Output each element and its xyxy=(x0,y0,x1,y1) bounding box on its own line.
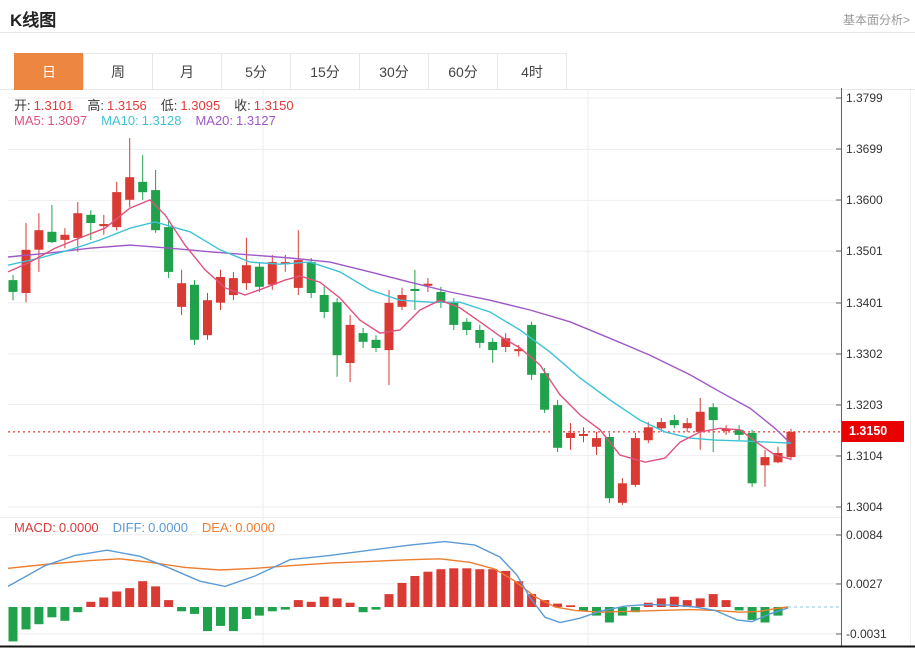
y-axis-label: 0.0084 xyxy=(846,528,883,542)
ohlc-legend: 开:1.3101 高:1.3156 低:1.3095 收:1.3150 xyxy=(14,95,297,114)
y-axis-label: 1.3699 xyxy=(846,142,883,156)
period-tab-4时[interactable]: 4时 xyxy=(497,53,567,90)
period-tab-5分[interactable]: 5分 xyxy=(221,53,291,90)
open-value: 1.3101 xyxy=(34,98,74,113)
high-label: 高: xyxy=(87,98,104,113)
macd-label: MACD: xyxy=(14,520,56,535)
period-tab-15分[interactable]: 15分 xyxy=(290,53,360,90)
ma10-value: 1.3128 xyxy=(142,113,182,128)
ma-legend: MA5:1.3097 MA10:1.3128 MA20:1.3127 xyxy=(14,113,279,128)
period-tab-周[interactable]: 周 xyxy=(83,53,153,90)
y-axis-label: 1.3203 xyxy=(846,398,883,412)
y-axis-label: 1.3302 xyxy=(846,347,883,361)
y-axis-label: 1.3799 xyxy=(846,91,883,105)
open-label: 开: xyxy=(14,98,31,113)
period-tabs: 日周月5分15分30分60分4时 xyxy=(14,53,567,90)
period-tab-月[interactable]: 月 xyxy=(152,53,222,90)
y-axis-label: 1.3004 xyxy=(846,500,883,514)
ma10-label: MA10: xyxy=(101,113,139,128)
diff-value: 0.0000 xyxy=(148,520,188,535)
low-value: 1.3095 xyxy=(180,98,220,113)
y-axis: 1.3799 1.3699 1.3600 1.3501 1.3401 1.3302 1.32… xyxy=(836,88,887,646)
ma5-value: 1.3097 xyxy=(47,113,87,128)
period-tab-日[interactable]: 日 xyxy=(14,53,84,90)
macd-legend: MACD:0.0000DIFF:0.0000DEA:0.0000 xyxy=(14,520,278,535)
y-axis-label: 0.0027 xyxy=(846,577,883,591)
dea-label: DEA: xyxy=(202,520,232,535)
dea-value: 0.0000 xyxy=(235,520,275,535)
close-value: 1.3150 xyxy=(254,98,294,113)
y-axis-label: 1.3600 xyxy=(846,193,883,207)
gridlines xyxy=(0,88,911,646)
ma20-value: 1.3127 xyxy=(236,113,276,128)
kline-page: K线图 基本面分析> 日周月5分15分30分60分4时 1.37991.3699… xyxy=(0,0,915,649)
ma10-line xyxy=(8,222,791,443)
y-axis-label: -0.0031 xyxy=(846,627,887,641)
close-label: 收: xyxy=(234,98,251,113)
macd-value: 0.0000 xyxy=(59,520,99,535)
y-axis-label: 1.3104 xyxy=(846,449,883,463)
high-value: 1.3156 xyxy=(107,98,147,113)
y-axis-label: 1.3501 xyxy=(846,244,883,258)
candles-layer xyxy=(9,138,796,505)
ma20-line xyxy=(8,245,791,444)
low-label: 低: xyxy=(161,98,178,113)
last-price-badge: 1.3150 xyxy=(842,421,904,442)
period-tab-30分[interactable]: 30分 xyxy=(359,53,429,90)
diff-label: DIFF: xyxy=(113,520,146,535)
period-tab-60分[interactable]: 60分 xyxy=(428,53,498,90)
ma5-label: MA5: xyxy=(14,113,44,128)
y-axis-label: 1.3401 xyxy=(846,296,883,310)
ma20-label: MA20: xyxy=(195,113,233,128)
